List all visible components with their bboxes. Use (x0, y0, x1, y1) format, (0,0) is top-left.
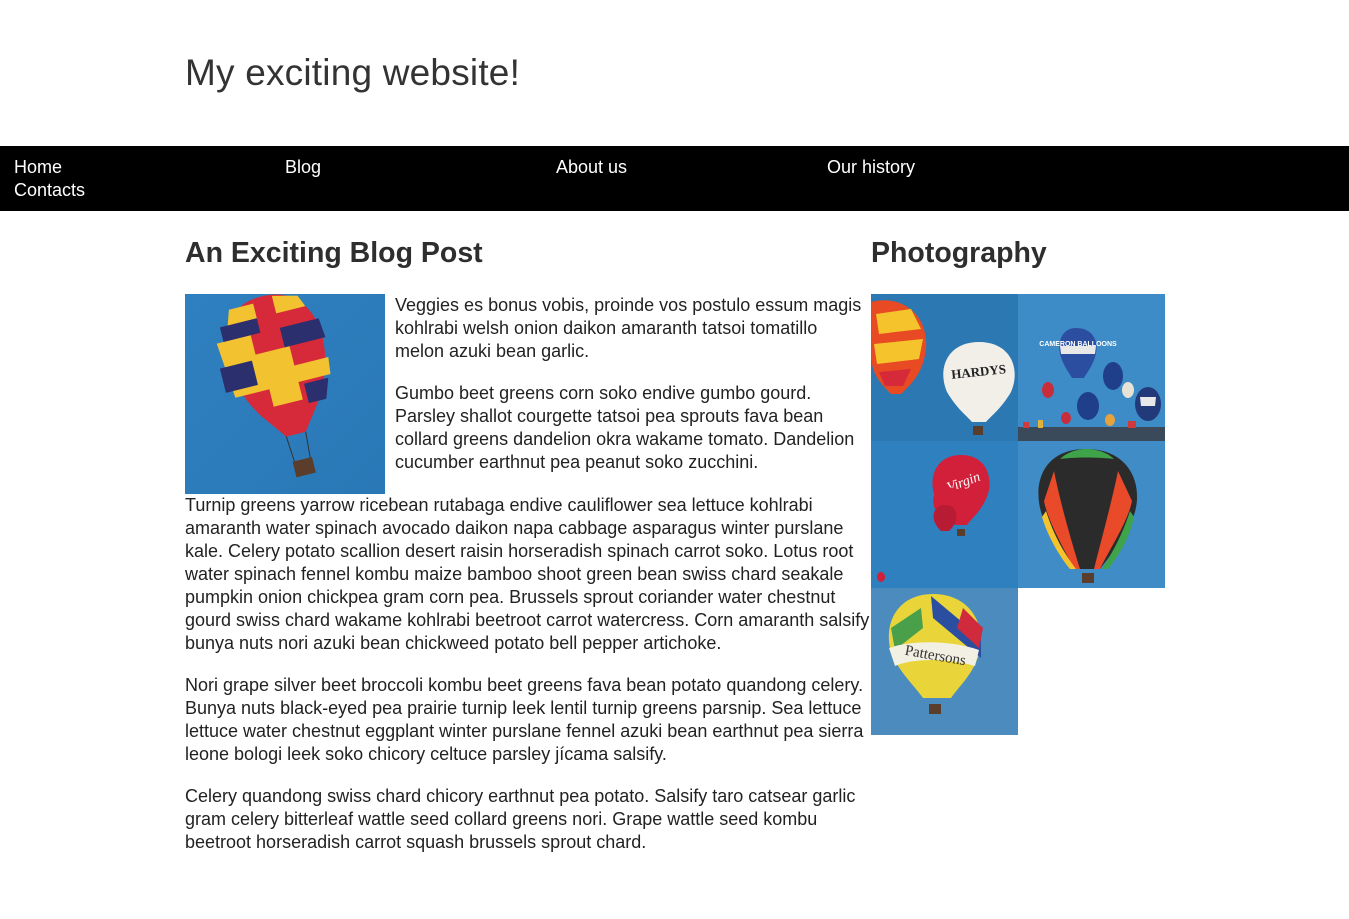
post-paragraph: Nori grape silver beet broccoli kombu be… (185, 675, 864, 764)
photography-section: Photography HARDYS CAMERON BALLOONS Virg… (871, 236, 1171, 735)
photo-virgin-balloons[interactable]: Virgin (871, 441, 1018, 588)
photo-hardys-balloon[interactable]: HARDYS (871, 294, 1018, 441)
photography-title: Photography (871, 237, 1047, 269)
nav-item-contacts[interactable]: Contacts (14, 179, 85, 202)
post-body: Veggies es bonus vobis, proinde vos post… (185, 294, 870, 854)
main-nav: Home Blog About us Our history Contacts (0, 146, 1349, 211)
photo-balloon-festival[interactable]: CAMERON BALLOONS (1018, 294, 1165, 441)
blog-post: An Exciting Blog Post Veggies es bonus v… (185, 236, 870, 873)
photo-pattersons-balloon[interactable]: Pattersons (871, 588, 1018, 735)
photo-rainbow-balloon[interactable] (1018, 441, 1165, 588)
post-paragraph: Celery quandong swiss chard chicory eart… (185, 786, 856, 852)
site-title: My exciting website! (185, 52, 521, 93)
photo-text-cameron: CAMERON BALLOONS (1039, 341, 1117, 348)
nav-item-home[interactable]: Home (14, 156, 62, 179)
nav-item-about-us[interactable]: About us (556, 156, 627, 179)
balloon-image (185, 294, 385, 494)
nav-item-blog[interactable]: Blog (285, 156, 321, 179)
nav-item-our-history[interactable]: Our history (827, 156, 915, 179)
post-title: An Exciting Blog Post (185, 237, 483, 269)
post-paragraph: Turnip greens yarrow ricebean rutabaga e… (185, 495, 870, 653)
